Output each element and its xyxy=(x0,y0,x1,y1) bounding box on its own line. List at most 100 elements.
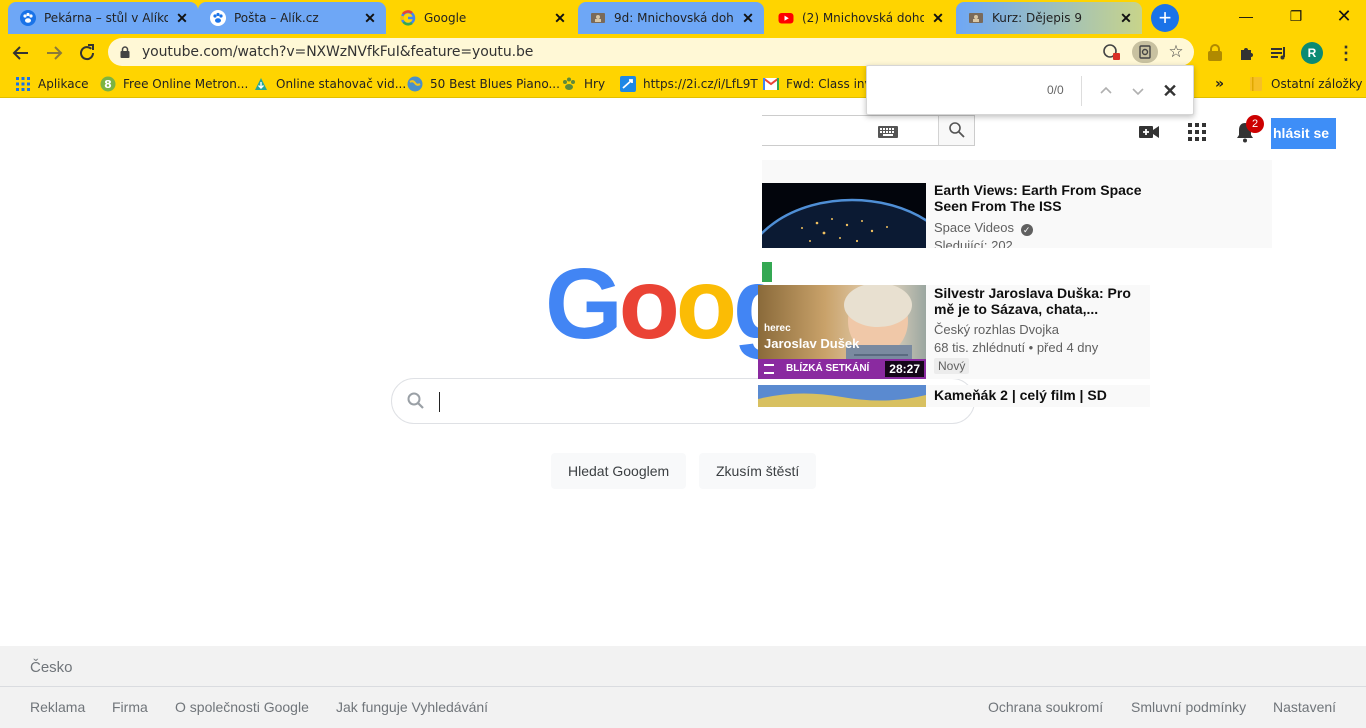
find-input[interactable] xyxy=(875,76,1043,106)
video-card-earth-views[interactable]: Earth Views: Earth From Space Seen From … xyxy=(762,160,1272,248)
channel-name[interactable]: Space Videos xyxy=(934,220,1014,235)
sign-in-button[interactable]: hlásit se xyxy=(1271,118,1336,149)
reload-button[interactable] xyxy=(75,41,99,65)
youtube-search-input[interactable] xyxy=(762,115,975,146)
google-g-icon xyxy=(400,10,416,26)
tab-title: Pekárna – stůl v Alíkově xyxy=(44,11,168,25)
new-tab-button[interactable]: + xyxy=(1151,4,1179,32)
gmail-icon xyxy=(763,76,779,92)
other-bookmarks[interactable]: Ostatní záložky xyxy=(1248,75,1362,93)
video-title[interactable]: Kameňák 2 | celý film | SD xyxy=(934,387,1144,403)
maximize-button[interactable]: ❐ xyxy=(1276,0,1316,32)
link-icon xyxy=(620,76,636,92)
folder-icon xyxy=(1248,76,1264,92)
bookmark-label: Hry xyxy=(584,77,606,91)
find-previous-button[interactable] xyxy=(1094,79,1118,103)
bookmark-star-icon[interactable]: ☆ xyxy=(1166,42,1186,62)
tab-title: 9d: Mnichovská dohoda xyxy=(614,11,734,25)
menu-lines-icon xyxy=(764,364,774,374)
bookmark-2i-link[interactable]: https://2i.cz/i/LfL9T xyxy=(620,75,758,93)
video-thumbnail[interactable] xyxy=(758,385,926,407)
footer-link-about[interactable]: O společnosti Google xyxy=(175,699,309,715)
url-text[interactable]: youtube.com/watch?v=NXWzNVfkFuI&feature=… xyxy=(142,44,533,60)
back-button[interactable] xyxy=(9,41,33,65)
tab-title: (2) Mnichovská dohoda xyxy=(802,11,924,25)
find-match-count: 0/0 xyxy=(1047,83,1064,97)
close-icon[interactable]: ✕ xyxy=(1118,10,1134,26)
find-in-page-icon[interactable] xyxy=(1132,41,1158,63)
minimize-button[interactable]: — xyxy=(1226,0,1266,32)
close-icon[interactable]: ✕ xyxy=(362,10,378,26)
video-card-silvestr[interactable]: herec Jaroslav Dušek BLÍZKÁ SETKÁNÍ 28:2… xyxy=(758,285,1150,379)
footer-link-settings[interactable]: Nastavení xyxy=(1273,699,1336,715)
download-icon xyxy=(253,76,269,92)
tab-mnichovska-classroom[interactable]: 9d: Mnichovská dohoda ✕ xyxy=(578,2,764,34)
find-close-button[interactable]: ✕ xyxy=(1158,79,1182,103)
bookmark-hry[interactable]: Hry xyxy=(561,75,605,93)
translate-blocked-icon[interactable] xyxy=(1101,42,1121,62)
footer-link-terms[interactable]: Smluvní podmínky xyxy=(1131,699,1246,715)
bookmark-metronome[interactable]: 8 Free Online Metron... xyxy=(100,75,248,93)
video-thumbnail[interactable] xyxy=(762,183,926,248)
video-title[interactable]: Earth Views: Earth From Space Seen From … xyxy=(934,182,1144,214)
bookmark-label: Free Online Metron... xyxy=(123,77,249,91)
footer-link-firma[interactable]: Firma xyxy=(112,699,148,715)
forward-button[interactable] xyxy=(42,41,66,65)
video-thumbnail[interactable]: herec Jaroslav Dušek BLÍZKÁ SETKÁNÍ 28:2… xyxy=(758,285,926,379)
tab-mnichovska-youtube[interactable]: (2) Mnichovská dohoda ✕ xyxy=(766,2,954,34)
bookmark-downloader[interactable]: Online stahovač vid... xyxy=(253,75,406,93)
close-icon[interactable]: ✕ xyxy=(174,10,190,26)
bookmark-aplikace[interactable]: Aplikace xyxy=(15,75,89,93)
notification-count-badge: 2 xyxy=(1246,115,1264,133)
bookmarks-overflow-button[interactable]: » xyxy=(1215,75,1224,93)
classroom-icon xyxy=(590,10,606,26)
close-icon[interactable]: ✕ xyxy=(930,10,946,26)
find-next-button[interactable] xyxy=(1126,79,1150,103)
logo-letter-fragment xyxy=(762,262,772,282)
video-channel[interactable]: Space Videos ✓ xyxy=(934,220,1033,236)
media-queue-icon[interactable] xyxy=(1267,41,1291,65)
extension-lock-icon[interactable] xyxy=(1203,41,1227,65)
close-icon[interactable]: ✕ xyxy=(740,10,756,26)
video-card-kamenak[interactable]: Kameňák 2 | celý film | SD xyxy=(758,385,1150,407)
youtube-search-button[interactable] xyxy=(938,116,974,145)
video-duration: 28:27 xyxy=(885,361,924,377)
footer-link-reklama[interactable]: Reklama xyxy=(30,699,85,715)
close-icon[interactable]: ✕ xyxy=(552,10,568,26)
keyboard-icon[interactable] xyxy=(878,125,898,138)
bookmark-label: 50 Best Blues Piano... xyxy=(430,77,560,91)
create-video-icon[interactable] xyxy=(1137,120,1161,144)
video-views: 68 tis. zhlédnutí • před 4 dny xyxy=(934,340,1099,355)
tab-pekarna[interactable]: Pekárna – stůl v Alíkově ✕ xyxy=(8,2,198,34)
bookmark-blues-piano[interactable]: 50 Best Blues Piano... xyxy=(407,75,560,93)
bookmark-label: Online stahovač vid... xyxy=(276,77,407,91)
google-search-button[interactable]: Hledat Googlem xyxy=(551,453,687,489)
bookmark-label: https://2i.cz/i/LfL9T xyxy=(643,77,758,91)
globe-icon xyxy=(407,76,423,92)
footer-link-privacy[interactable]: Ochrana soukromí xyxy=(988,699,1103,715)
puzzle-icon[interactable] xyxy=(1235,41,1259,65)
bookmark-label: Ostatní záložky xyxy=(1271,77,1363,91)
metronome-icon: 8 xyxy=(100,76,116,92)
tab-title: Kurz: Dějepis 9 xyxy=(992,11,1082,25)
footer-link-how-search-works[interactable]: Jak funguje Vyhledávání xyxy=(336,699,488,715)
find-separator xyxy=(1081,76,1082,106)
video-views: Sledující: 202 xyxy=(934,238,1013,248)
paw-icon xyxy=(20,10,36,26)
lock-icon[interactable] xyxy=(120,45,130,58)
feeling-lucky-button[interactable]: Zkusím štěstí xyxy=(699,453,817,489)
video-channel[interactable]: Český rozhlas Dvojka xyxy=(934,322,1059,337)
tab-posta[interactable]: Pošta – Alík.cz ✕ xyxy=(198,2,386,34)
address-bar[interactable]: youtube.com/watch?v=NXWzNVfkFuI&feature=… xyxy=(108,38,1194,66)
tab-google[interactable]: Google ✕ xyxy=(388,2,576,34)
find-in-page-bar: 0/0 ✕ xyxy=(866,65,1194,115)
profile-avatar[interactable]: R xyxy=(1301,42,1323,64)
google-logo: Goog xyxy=(545,249,794,359)
tab-dejepis[interactable]: Kurz: Dějepis 9 ✕ xyxy=(956,2,1142,34)
video-title[interactable]: Silvestr Jaroslava Duška: Pro mě je to S… xyxy=(934,285,1134,317)
svg-text:8: 8 xyxy=(104,78,112,91)
bookmark-gmail[interactable]: Fwd: Class invit xyxy=(763,75,880,93)
close-window-button[interactable]: ✕ xyxy=(1324,0,1364,32)
kebab-menu-icon[interactable]: ⋮ xyxy=(1334,41,1358,65)
apps-grid-icon[interactable] xyxy=(1185,120,1209,144)
